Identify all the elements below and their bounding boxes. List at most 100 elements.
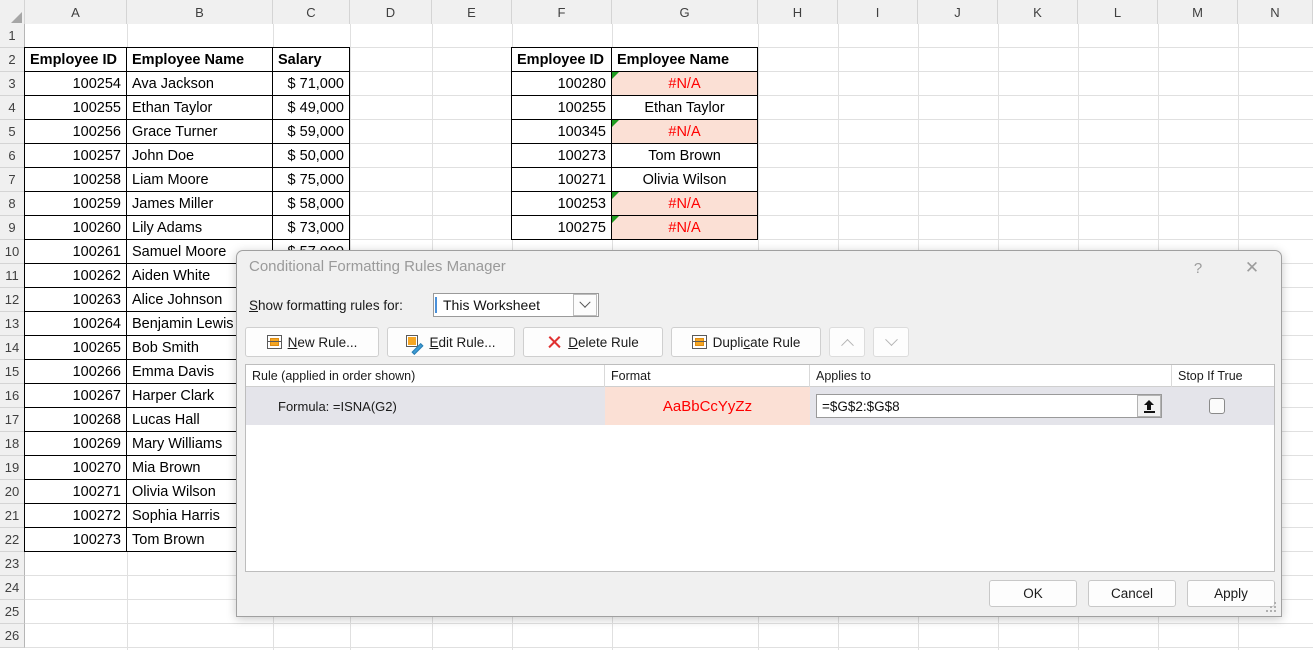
cell-employee-id-left[interactable]: 100264 [24, 311, 127, 336]
cell-employee-id-left[interactable]: 100268 [24, 407, 127, 432]
apply-button[interactable]: Apply [1187, 580, 1275, 607]
cell-employee-id-right[interactable]: 100275 [511, 215, 612, 240]
cell-employee-id-left[interactable]: 100261 [24, 239, 127, 264]
row-header-19[interactable]: 19 [0, 456, 25, 480]
cell-employee-id-right[interactable]: 100345 [511, 119, 612, 144]
column-header-B[interactable]: B [127, 0, 273, 24]
row-header-11[interactable]: 11 [0, 264, 25, 288]
row-header-15[interactable]: 15 [0, 360, 25, 384]
select-all-corner[interactable] [0, 0, 25, 24]
cell-employee-id-right[interactable]: 100255 [511, 95, 612, 120]
row-header-16[interactable]: 16 [0, 384, 25, 408]
rules-table[interactable]: Rule (applied in order shown) Format App… [245, 364, 1275, 572]
column-header-A[interactable]: A [25, 0, 127, 24]
cell-employee-name-right[interactable]: Tom Brown [611, 143, 758, 168]
column-header-I[interactable]: I [838, 0, 918, 24]
cell-employee-id-left[interactable]: 100262 [24, 263, 127, 288]
row-header-18[interactable]: 18 [0, 432, 25, 456]
cell-employee-id-left[interactable]: 100271 [24, 479, 127, 504]
row-header-12[interactable]: 12 [0, 288, 25, 312]
row-header-13[interactable]: 13 [0, 312, 25, 336]
row-header-26[interactable]: 26 [0, 624, 25, 648]
row-header-2[interactable]: 2 [0, 48, 25, 72]
cell-employee-id-left[interactable]: 100260 [24, 215, 127, 240]
cell-employee-name-right[interactable]: Ethan Taylor [611, 95, 758, 120]
row-header-8[interactable]: 8 [0, 192, 25, 216]
chevron-down-icon[interactable] [573, 294, 597, 316]
column-headers[interactable]: ABCDEFGHIJKLMN [0, 0, 1313, 24]
cell-employee-name-right[interactable]: Olivia Wilson [611, 167, 758, 192]
resize-grip[interactable] [1266, 602, 1278, 614]
move-rule-down-button[interactable] [873, 327, 909, 357]
cell-salary[interactable]: $ 50,000 [272, 143, 350, 168]
edit-rule-button[interactable]: Edit Rule... [387, 327, 515, 357]
cell-employee-id-left[interactable]: 100259 [24, 191, 127, 216]
row-header-7[interactable]: 7 [0, 168, 25, 192]
row-header-9[interactable]: 9 [0, 216, 25, 240]
cell-employee-name-left[interactable]: Ava Jackson [126, 71, 273, 96]
cell-header-right-0[interactable]: Employee ID [511, 47, 612, 72]
applies-to-input[interactable]: =$G$2:$G$8 [816, 394, 1162, 418]
row-header-17[interactable]: 17 [0, 408, 25, 432]
new-rule-button[interactable]: New Rule... [245, 327, 379, 357]
column-header-G[interactable]: G [612, 0, 758, 24]
cell-employee-id-left[interactable]: 100257 [24, 143, 127, 168]
cell-employee-id-left[interactable]: 100265 [24, 335, 127, 360]
cell-employee-id-left[interactable]: 100273 [24, 527, 127, 552]
row-header-20[interactable]: 20 [0, 480, 25, 504]
row-header-14[interactable]: 14 [0, 336, 25, 360]
conditional-formatting-rules-manager-dialog[interactable]: Conditional Formatting Rules Manager ? ✕… [236, 250, 1282, 617]
column-header-N[interactable]: N [1238, 0, 1313, 24]
cell-salary[interactable]: $ 59,000 [272, 119, 350, 144]
cell-employee-name-right[interactable]: #N/A [611, 71, 758, 96]
row-header-25[interactable]: 25 [0, 600, 25, 624]
table-row[interactable]: Formula: =ISNA(G2) AaBbCcYyZz =$G$2:$G$8 [246, 387, 1274, 425]
range-selector-icon[interactable] [1137, 395, 1161, 417]
column-header-L[interactable]: L [1078, 0, 1158, 24]
rule-format-preview[interactable]: AaBbCcYyZz [605, 387, 810, 425]
cell-salary[interactable]: $ 58,000 [272, 191, 350, 216]
row-header-24[interactable]: 24 [0, 576, 25, 600]
cell-employee-id-right[interactable]: 100253 [511, 191, 612, 216]
cell-employee-name-left[interactable]: John Doe [126, 143, 273, 168]
column-header-F[interactable]: F [512, 0, 612, 24]
cell-employee-id-left[interactable]: 100270 [24, 455, 127, 480]
cell-salary[interactable]: $ 71,000 [272, 71, 350, 96]
cell-employee-id-left[interactable]: 100254 [24, 71, 127, 96]
cell-employee-name-left[interactable]: Lily Adams [126, 215, 273, 240]
column-header-D[interactable]: D [350, 0, 432, 24]
cell-employee-id-left[interactable]: 100269 [24, 431, 127, 456]
cell-employee-id-left[interactable]: 100258 [24, 167, 127, 192]
row-header-3[interactable]: 3 [0, 72, 25, 96]
cell-employee-id-right[interactable]: 100271 [511, 167, 612, 192]
cell-employee-id-left[interactable]: 100263 [24, 287, 127, 312]
column-header-K[interactable]: K [998, 0, 1078, 24]
cell-header-left-0[interactable]: Employee ID [24, 47, 127, 72]
dialog-title-bar[interactable]: Conditional Formatting Rules Manager ? ✕ [237, 251, 1281, 287]
column-header-H[interactable]: H [758, 0, 838, 24]
cell-header-right-1[interactable]: Employee Name [611, 47, 758, 72]
row-header-21[interactable]: 21 [0, 504, 25, 528]
row-header-23[interactable]: 23 [0, 552, 25, 576]
column-header-J[interactable]: J [918, 0, 998, 24]
help-icon[interactable]: ? [1175, 251, 1221, 285]
cell-employee-id-left[interactable]: 100272 [24, 503, 127, 528]
column-header-C[interactable]: C [273, 0, 350, 24]
close-icon[interactable]: ✕ [1229, 251, 1275, 285]
cell-employee-id-left[interactable]: 100255 [24, 95, 127, 120]
cell-employee-name-left[interactable]: Liam Moore [126, 167, 273, 192]
cell-header-left-1[interactable]: Employee Name [126, 47, 273, 72]
cell-employee-name-right[interactable]: #N/A [611, 119, 758, 144]
row-header-1[interactable]: 1 [0, 24, 25, 48]
cell-employee-name-right[interactable]: #N/A [611, 215, 758, 240]
stop-if-true-checkbox[interactable] [1209, 398, 1225, 414]
ok-button[interactable]: OK [989, 580, 1077, 607]
row-header-5[interactable]: 5 [0, 120, 25, 144]
row-header-4[interactable]: 4 [0, 96, 25, 120]
row-header-22[interactable]: 22 [0, 528, 25, 552]
cell-employee-id-left[interactable]: 100267 [24, 383, 127, 408]
column-header-E[interactable]: E [432, 0, 512, 24]
move-rule-up-button[interactable] [829, 327, 865, 357]
cell-employee-id-left[interactable]: 100256 [24, 119, 127, 144]
cell-employee-id-left[interactable]: 100266 [24, 359, 127, 384]
